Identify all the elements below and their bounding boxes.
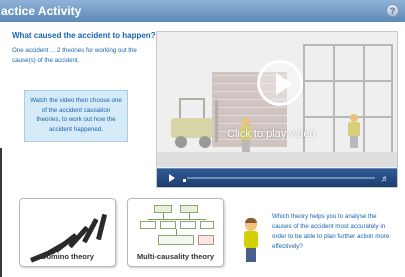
play-icon xyxy=(276,73,293,95)
ground-graphic xyxy=(157,152,397,167)
activity-title-bar: actice Activity ? xyxy=(0,0,405,22)
play-video-caption[interactable]: Click to play video xyxy=(227,128,316,140)
help-button[interactable]: ? xyxy=(386,4,399,17)
multi-causality-theory-card[interactable]: Multi-causality theory xyxy=(127,198,224,267)
video-player[interactable]: Click to play video ♬ xyxy=(156,31,398,188)
presenter-character xyxy=(242,218,260,262)
domino-theory-card[interactable]: Domino theory xyxy=(19,198,116,267)
theory-question-text: Which theory helps you to analyse the ca… xyxy=(272,213,390,250)
instruction-box: Watch the video then choose one of the a… xyxy=(24,90,128,142)
progress-track[interactable] xyxy=(187,177,375,179)
multi-causality-theory-label: Multi-causality theory xyxy=(136,252,215,261)
speaker-icon[interactable]: ♬ xyxy=(381,174,389,183)
forklift-graphic xyxy=(171,98,231,150)
control-play-icon[interactable] xyxy=(169,174,175,182)
question-heading: What caused the accident to happen? xyxy=(12,31,156,40)
progress-thumb[interactable] xyxy=(183,179,186,182)
left-frame-edge xyxy=(0,148,2,277)
domino-theory-label: Domino theory xyxy=(41,252,94,261)
video-thumbnail[interactable]: Click to play video xyxy=(157,32,397,167)
play-video-button[interactable] xyxy=(257,60,303,106)
activity-title: actice Activity xyxy=(1,4,82,18)
video-control-bar: ♬ xyxy=(157,168,397,187)
intro-text: One accident ... 2 theories for working … xyxy=(12,47,137,64)
worker-figure xyxy=(347,114,361,148)
